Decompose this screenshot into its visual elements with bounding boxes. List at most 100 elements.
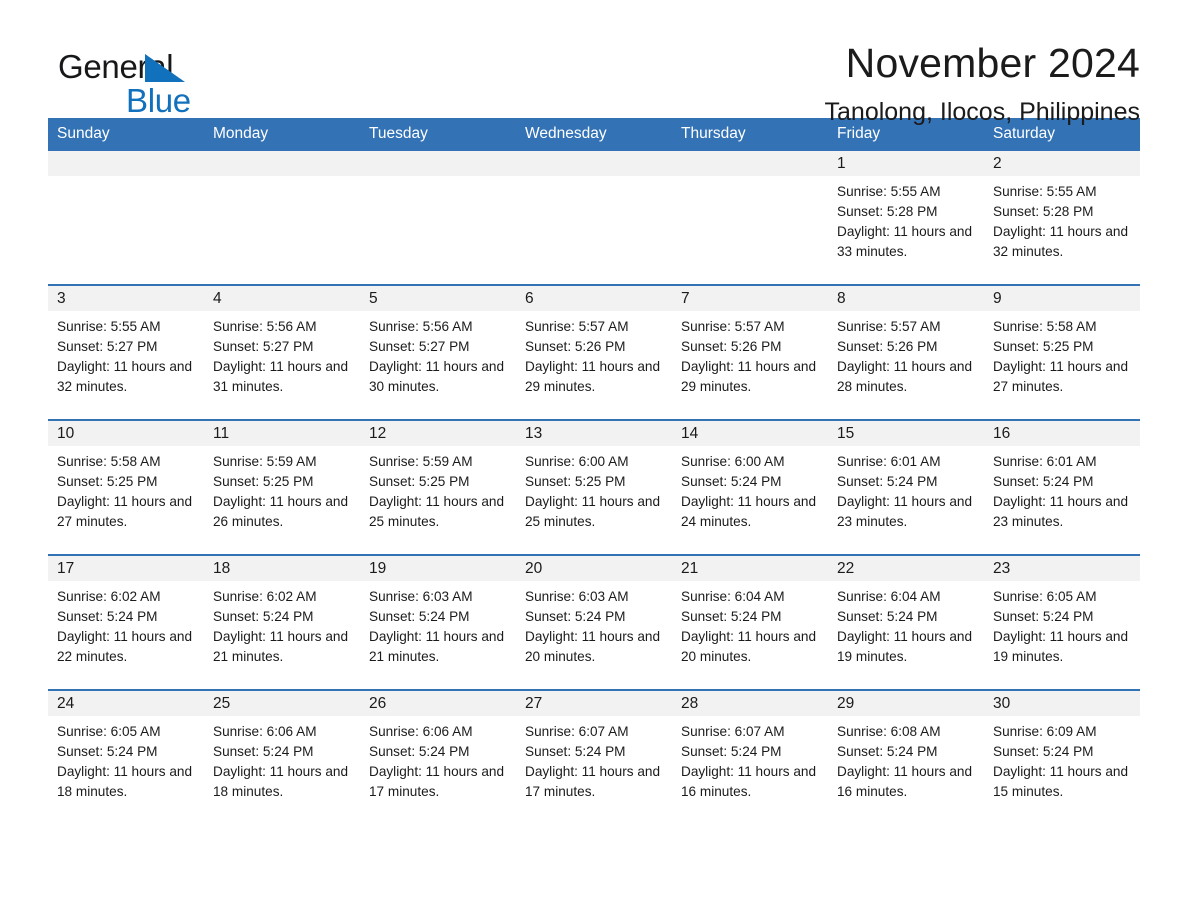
day-cell-content	[48, 151, 204, 284]
calendar-day-cell[interactable]: 10 Sunrise: 5:58 AM Sunset: 5:25 PM Dayligh…	[48, 419, 204, 555]
day-number: 3	[48, 286, 204, 311]
day-cell-content: 12 Sunrise: 5:59 AM Sunset: 5:25 PM Dayligh…	[360, 421, 516, 554]
calendar-day-cell[interactable]: 21 Sunrise: 6:04 AM Sunset: 5:24 PM Dayligh…	[672, 554, 828, 690]
calendar-day-cell[interactable]: 18 Sunrise: 6:02 AM Sunset: 5:24 PM Dayligh…	[204, 554, 360, 690]
sunset-text: Sunset: 5:24 PM	[993, 474, 1094, 489]
calendar-day-cell[interactable]: 5 Sunrise: 5:56 AM Sunset: 5:27 PM Daylight…	[360, 284, 516, 420]
calendar-day-cell[interactable]: 12 Sunrise: 5:59 AM Sunset: 5:25 PM Dayligh…	[360, 419, 516, 555]
day-details: Sunrise: 6:06 AM Sunset: 5:24 PM Daylight:…	[204, 716, 360, 802]
calendar-day-cell[interactable]: 22 Sunrise: 6:04 AM Sunset: 5:24 PM Dayligh…	[828, 554, 984, 690]
daylight-text: Daylight: 11 hours and 33 minutes.	[837, 224, 973, 259]
calendar-day-cell[interactable]: 2 Sunrise: 5:55 AM Sunset: 5:28 PM Daylight…	[984, 151, 1140, 285]
day-number: 17	[48, 556, 204, 581]
sunrise-text: Sunrise: 5:57 AM	[837, 319, 941, 334]
calendar-day-cell[interactable]: 17 Sunrise: 6:02 AM Sunset: 5:24 PM Dayligh…	[48, 554, 204, 690]
calendar-day-cell[interactable]: 26 Sunrise: 6:06 AM Sunset: 5:24 PM Dayligh…	[360, 689, 516, 824]
calendar-week-row: 1 Sunrise: 5:55 AM Sunset: 5:28 PM Daylight…	[48, 151, 1140, 285]
day-cell-content: 4 Sunrise: 5:56 AM Sunset: 5:27 PM Daylight…	[204, 286, 360, 419]
page-header: General Blue November 2024 Tanolong, Ilo…	[48, 0, 1140, 125]
day-details: Sunrise: 6:04 AM Sunset: 5:24 PM Daylight:…	[672, 581, 828, 667]
calendar-day-cell[interactable]: 23 Sunrise: 6:05 AM Sunset: 5:24 PM Dayligh…	[984, 554, 1140, 690]
calendar-day-cell[interactable]: 4 Sunrise: 5:56 AM Sunset: 5:27 PM Daylight…	[204, 284, 360, 420]
daylight-text: Daylight: 11 hours and 19 minutes.	[993, 629, 1129, 664]
calendar-day-cell[interactable]: 20 Sunrise: 6:03 AM Sunset: 5:24 PM Dayligh…	[516, 554, 672, 690]
calendar-week-row: 10 Sunrise: 5:58 AM Sunset: 5:25 PM Dayligh…	[48, 419, 1140, 555]
calendar-day-cell[interactable]: 14 Sunrise: 6:00 AM Sunset: 5:24 PM Dayligh…	[672, 419, 828, 555]
sunset-text: Sunset: 5:26 PM	[525, 339, 626, 354]
day-cell-content: 7 Sunrise: 5:57 AM Sunset: 5:26 PM Daylight…	[672, 286, 828, 419]
calendar-week-row: 24 Sunrise: 6:05 AM Sunset: 5:24 PM Dayligh…	[48, 689, 1140, 824]
calendar-day-cell[interactable]: 8 Sunrise: 5:57 AM Sunset: 5:26 PM Daylight…	[828, 284, 984, 420]
calendar-day-cell[interactable]: 1 Sunrise: 5:55 AM Sunset: 5:28 PM Daylight…	[828, 151, 984, 285]
sunrise-text: Sunrise: 5:59 AM	[369, 454, 473, 469]
calendar-day-cell[interactable]: 25 Sunrise: 6:06 AM Sunset: 5:24 PM Dayligh…	[204, 689, 360, 824]
sunrise-sunset-calendar: Sunday Monday Tuesday Wednesday Thursday…	[48, 118, 1140, 824]
day-number: 5	[360, 286, 516, 311]
day-number: 12	[360, 421, 516, 446]
calendar-day-cell[interactable]: 28 Sunrise: 6:07 AM Sunset: 5:24 PM Dayligh…	[672, 689, 828, 824]
calendar-day-cell[interactable]: 24 Sunrise: 6:05 AM Sunset: 5:24 PM Dayligh…	[48, 689, 204, 824]
calendar-week-row: 3 Sunrise: 5:55 AM Sunset: 5:27 PM Daylight…	[48, 284, 1140, 420]
daylight-text: Daylight: 11 hours and 18 minutes.	[57, 764, 193, 799]
sunset-text: Sunset: 5:25 PM	[57, 474, 158, 489]
calendar-body: 1 Sunrise: 5:55 AM Sunset: 5:28 PM Daylight…	[48, 151, 1140, 824]
sunset-text: Sunset: 5:26 PM	[681, 339, 782, 354]
sunset-text: Sunset: 5:24 PM	[681, 744, 782, 759]
sunrise-text: Sunrise: 5:55 AM	[837, 184, 941, 199]
daylight-text: Daylight: 11 hours and 22 minutes.	[57, 629, 193, 664]
sunset-text: Sunset: 5:24 PM	[525, 609, 626, 624]
day-details: Sunrise: 6:06 AM Sunset: 5:24 PM Daylight:…	[360, 716, 516, 802]
daylight-text: Daylight: 11 hours and 21 minutes.	[213, 629, 349, 664]
sunrise-text: Sunrise: 6:00 AM	[525, 454, 629, 469]
calendar-day-cell[interactable]: 7 Sunrise: 5:57 AM Sunset: 5:26 PM Daylight…	[672, 284, 828, 420]
calendar-day-cell[interactable]: 9 Sunrise: 5:58 AM Sunset: 5:25 PM Daylight…	[984, 284, 1140, 420]
sunset-text: Sunset: 5:24 PM	[681, 609, 782, 624]
sunrise-text: Sunrise: 6:01 AM	[837, 454, 941, 469]
calendar-day-cell[interactable]: 29 Sunrise: 6:08 AM Sunset: 5:24 PM Dayligh…	[828, 689, 984, 824]
sunrise-text: Sunrise: 5:57 AM	[525, 319, 629, 334]
sunrise-text: Sunrise: 5:55 AM	[57, 319, 161, 334]
calendar-cell-empty	[204, 151, 360, 285]
calendar-day-cell[interactable]: 16 Sunrise: 6:01 AM Sunset: 5:24 PM Dayligh…	[984, 419, 1140, 555]
calendar-week-row: 17 Sunrise: 6:02 AM Sunset: 5:24 PM Dayligh…	[48, 554, 1140, 690]
calendar-day-cell[interactable]: 11 Sunrise: 5:59 AM Sunset: 5:25 PM Dayligh…	[204, 419, 360, 555]
calendar-day-cell[interactable]: 30 Sunrise: 6:09 AM Sunset: 5:24 PM Dayligh…	[984, 689, 1140, 824]
sunrise-text: Sunrise: 6:08 AM	[837, 724, 941, 739]
day-details: Sunrise: 5:56 AM Sunset: 5:27 PM Daylight:…	[204, 311, 360, 397]
page-title: November 2024	[845, 40, 1140, 86]
sunset-text: Sunset: 5:24 PM	[213, 744, 314, 759]
calendar-day-cell[interactable]: 19 Sunrise: 6:03 AM Sunset: 5:24 PM Dayligh…	[360, 554, 516, 690]
day-details: Sunrise: 6:01 AM Sunset: 5:24 PM Daylight:…	[828, 446, 984, 532]
day-cell-content: 27 Sunrise: 6:07 AM Sunset: 5:24 PM Dayligh…	[516, 691, 672, 824]
day-details: Sunrise: 5:56 AM Sunset: 5:27 PM Daylight:…	[360, 311, 516, 397]
daylight-text: Daylight: 11 hours and 27 minutes.	[993, 359, 1129, 394]
sunrise-text: Sunrise: 6:02 AM	[57, 589, 161, 604]
day-cell-content	[360, 151, 516, 284]
day-number: 8	[828, 286, 984, 311]
day-number: 7	[672, 286, 828, 311]
day-cell-content	[516, 151, 672, 284]
sunrise-text: Sunrise: 6:02 AM	[213, 589, 317, 604]
calendar-day-cell[interactable]: 15 Sunrise: 6:01 AM Sunset: 5:24 PM Dayligh…	[828, 419, 984, 555]
day-cell-content: 26 Sunrise: 6:06 AM Sunset: 5:24 PM Dayligh…	[360, 691, 516, 824]
day-details: Sunrise: 5:55 AM Sunset: 5:28 PM Daylight:…	[984, 176, 1140, 262]
daylight-text: Daylight: 11 hours and 26 minutes.	[213, 494, 349, 529]
day-number: 22	[828, 556, 984, 581]
calendar-day-cell[interactable]: 6 Sunrise: 5:57 AM Sunset: 5:26 PM Daylight…	[516, 284, 672, 420]
calendar-day-cell[interactable]: 3 Sunrise: 5:55 AM Sunset: 5:27 PM Daylight…	[48, 284, 204, 420]
sunset-text: Sunset: 5:27 PM	[369, 339, 470, 354]
day-details: Sunrise: 5:57 AM Sunset: 5:26 PM Daylight:…	[672, 311, 828, 397]
day-details: Sunrise: 5:59 AM Sunset: 5:25 PM Daylight:…	[360, 446, 516, 532]
day-details: Sunrise: 5:55 AM Sunset: 5:28 PM Daylight:…	[828, 176, 984, 262]
day-cell-content: 21 Sunrise: 6:04 AM Sunset: 5:24 PM Dayligh…	[672, 556, 828, 689]
sunset-text: Sunset: 5:24 PM	[213, 609, 314, 624]
day-details: Sunrise: 6:01 AM Sunset: 5:24 PM Daylight:…	[984, 446, 1140, 532]
day-details: Sunrise: 5:57 AM Sunset: 5:26 PM Daylight:…	[516, 311, 672, 397]
sunrise-text: Sunrise: 6:07 AM	[525, 724, 629, 739]
day-number	[204, 151, 360, 176]
calendar-day-cell[interactable]: 13 Sunrise: 6:00 AM Sunset: 5:25 PM Dayligh…	[516, 419, 672, 555]
day-number: 27	[516, 691, 672, 716]
calendar-day-cell[interactable]: 27 Sunrise: 6:07 AM Sunset: 5:24 PM Dayligh…	[516, 689, 672, 824]
day-cell-content: 19 Sunrise: 6:03 AM Sunset: 5:24 PM Dayligh…	[360, 556, 516, 689]
title-block: November 2024 Tanolong, Ilocos, Philippi…	[248, 40, 1140, 127]
